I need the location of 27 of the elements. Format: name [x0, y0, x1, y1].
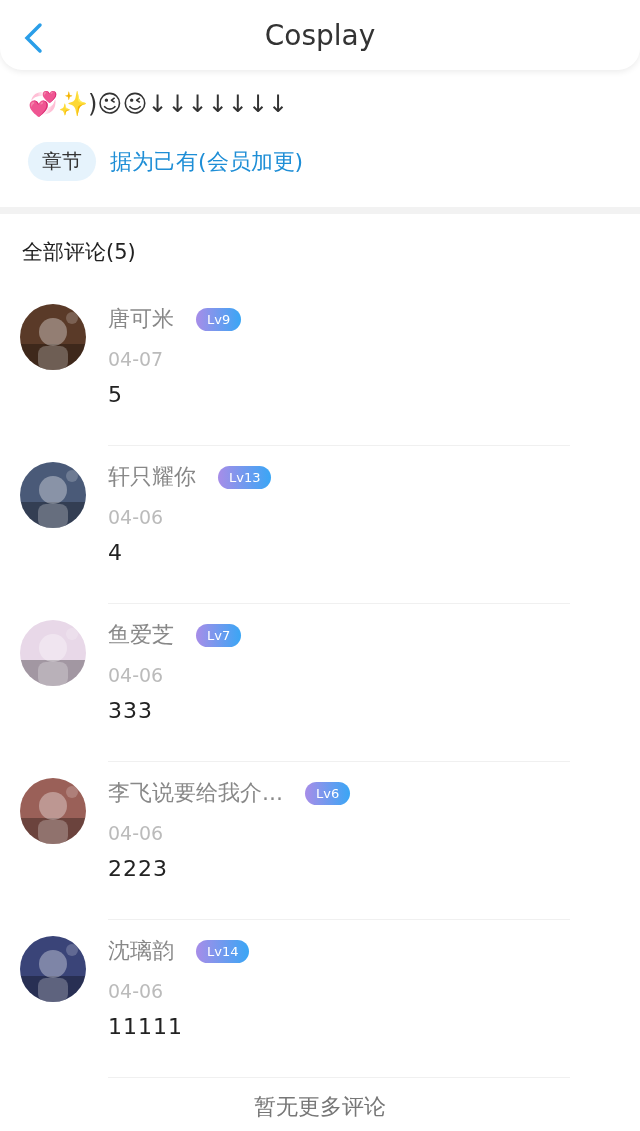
chapter-tag: 章节 — [28, 142, 96, 181]
comment-date: 04-06 — [108, 822, 165, 844]
level-badge: Lv14 — [196, 939, 250, 963]
user-name[interactable]: 沈璃韵 — [108, 936, 174, 966]
comment-text: 11111 — [108, 1014, 184, 1039]
user-name[interactable]: 鱼爱芝 — [108, 620, 174, 650]
back-icon[interactable] — [22, 22, 44, 54]
comment-date: 04-06 — [108, 980, 165, 1002]
user-name[interactable]: 唐可米 — [108, 304, 174, 334]
comment-date: 04-06 — [108, 506, 165, 528]
comment-text: 4 — [108, 540, 124, 565]
user-name[interactable]: 李飞说要给我介... — [108, 778, 283, 808]
intro-text: 💞✨)😉😉↓↓↓↓↓↓↓ — [28, 90, 289, 118]
chapter-link[interactable]: 据为己有(会员加更) — [110, 146, 304, 177]
comment-text: 5 — [108, 382, 124, 407]
comments-heading: 全部评论(5) — [22, 240, 136, 264]
level-badge: Lv9 — [196, 307, 242, 331]
no-more-comments: 暂无更多评论 — [254, 1094, 386, 1119]
user-name[interactable]: 轩只耀你 — [108, 462, 196, 492]
comment-date: 04-06 — [108, 664, 165, 686]
page-title: Cosplay — [264, 18, 376, 52]
comment-date: 04-07 — [108, 348, 165, 370]
level-badge: Lv7 — [196, 623, 242, 647]
comment-text: 2223 — [108, 856, 169, 881]
comment-text: 333 — [108, 698, 154, 723]
level-badge: Lv13 — [218, 465, 272, 489]
level-badge: Lv6 — [305, 781, 351, 805]
